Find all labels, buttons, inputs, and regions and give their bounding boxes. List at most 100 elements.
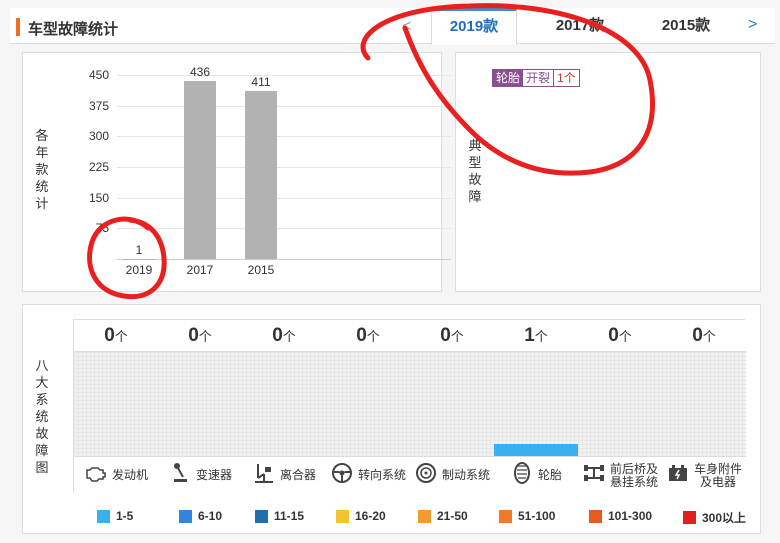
legend-item: 21-50 xyxy=(418,509,468,523)
chart-gridline xyxy=(117,197,451,199)
fault-tag[interactable]: 轮胎 开裂 1个 xyxy=(492,69,580,87)
fault-tag-part: 轮胎 xyxy=(493,70,524,86)
system-bar-area xyxy=(410,352,494,456)
system-bar-area xyxy=(326,352,410,456)
x-tick-label: 2019 xyxy=(125,263,153,277)
legend-swatch xyxy=(418,509,431,523)
legend-swatch xyxy=(179,509,192,523)
side-label-char: 系 xyxy=(35,392,49,407)
system-name: 发动机 xyxy=(74,456,158,494)
legend-label: 101-300 xyxy=(608,509,653,523)
system-count: 0个 xyxy=(578,320,662,352)
clutch-pedal-icon xyxy=(252,461,276,490)
legend-label: 1-5 xyxy=(116,509,134,523)
system-count-number: 0 xyxy=(272,325,283,346)
system-column[interactable]: 0个前后桥及 悬挂系统 xyxy=(578,320,662,494)
fault-tag-count: 1个 xyxy=(554,70,579,86)
typical-faults-panel: 典型故障 轮胎 开裂 1个 xyxy=(455,52,761,292)
title-accent xyxy=(16,18,20,36)
system-name-label: 离合器 xyxy=(279,468,316,482)
system-column[interactable]: 0个发动机 xyxy=(74,320,158,494)
systems-panel: 八大系统故障图 0个 发动机 0个 变速器 0个 离合器 0个 转向系统 0个 制动系统 1个 轮胎 0… xyxy=(22,304,761,534)
y-tick-label: 75 xyxy=(95,221,109,236)
prev-arrow-icon[interactable]: < xyxy=(402,18,411,36)
chart-gridline xyxy=(117,136,451,138)
legend-label: 51-100 xyxy=(518,509,556,523)
system-count-number: 0 xyxy=(440,325,451,346)
next-arrow-icon[interactable]: > xyxy=(748,16,757,34)
legend-swatch xyxy=(97,509,110,523)
system-name-label: 变速器 xyxy=(195,468,232,482)
legend-item: 300以上 xyxy=(683,509,746,526)
side-label-char: 各 xyxy=(35,128,49,143)
system-name-label: 轮胎 xyxy=(537,468,562,482)
system-name-label: 车身附件 及电器 xyxy=(693,461,742,489)
system-name: 前后桥及 悬挂系统 xyxy=(578,456,662,494)
system-name: 车身附件 及电器 xyxy=(662,456,746,494)
system-count: 0个 xyxy=(410,320,494,352)
system-name: 变速器 xyxy=(158,456,242,494)
legend-swatch xyxy=(336,509,349,523)
typical-faults-side-label: 典型故障 xyxy=(468,137,482,205)
side-label-char: 障 xyxy=(35,443,49,458)
system-column[interactable]: 0个 转向系统 xyxy=(326,320,410,494)
legend-label: 21-50 xyxy=(437,509,468,523)
system-count-unit: 个 xyxy=(366,329,380,344)
y-tick-label: 375 xyxy=(88,98,109,113)
system-name-label: 制动系统 xyxy=(441,468,490,482)
brake-disc-icon xyxy=(414,461,438,490)
system-bar-area xyxy=(578,352,662,456)
system-name: 轮胎 xyxy=(494,456,578,494)
system-count-number: 0 xyxy=(104,325,115,346)
system-count: 0个 xyxy=(242,320,326,352)
system-count-unit: 个 xyxy=(618,329,632,344)
side-label-char: 计 xyxy=(35,196,49,211)
side-label-char: 年 xyxy=(35,145,49,160)
x-tick-label: 2017 xyxy=(186,263,214,277)
chart-gridline xyxy=(117,105,451,107)
system-column[interactable]: 1个 轮胎 xyxy=(494,320,578,494)
y-tick-label: 225 xyxy=(88,160,109,174)
system-column[interactable]: 0个离合器 xyxy=(242,320,326,494)
side-label-char: 故 xyxy=(468,172,482,187)
tab-2015[interactable]: 2015款 xyxy=(643,8,729,44)
system-column[interactable]: 0个制动系统 xyxy=(410,320,494,494)
steering-wheel-icon xyxy=(330,461,354,490)
year-chart-panel: 各年款统计 450 375 300 225 150 75 1 2019 436 2017 411 2… xyxy=(22,52,451,292)
system-name: 离合器 xyxy=(242,456,326,494)
side-label-char: 款 xyxy=(35,162,49,177)
system-bar-area xyxy=(494,352,578,456)
system-name-label: 转向系统 xyxy=(357,468,406,482)
systems-grid: 0个 发动机 0个 变速器 0个 离合器 0个 转向系统 0个 制动系统 1个 轮胎 0个 前后桥及 悬挂系… xyxy=(73,319,746,494)
chart-gridline xyxy=(117,75,451,76)
legend-label: 16-20 xyxy=(355,509,386,523)
side-label-char: 统 xyxy=(35,409,49,424)
bar-2015[interactable] xyxy=(245,90,277,259)
side-label-char: 大 xyxy=(35,375,49,390)
tab-2017[interactable]: 2017款 xyxy=(537,8,623,44)
system-count-unit: 个 xyxy=(282,329,296,344)
year-bar-chart: 450 375 300 225 150 75 1 2019 436 2017 411 2015 xyxy=(89,65,453,285)
side-label-char: 障 xyxy=(468,189,482,204)
legend-item: 1-5 xyxy=(97,509,133,523)
system-column[interactable]: 0个 变速器 xyxy=(158,320,242,494)
engine-icon xyxy=(84,461,108,490)
system-count: 0个 xyxy=(662,320,746,352)
system-count-number: 0 xyxy=(608,325,619,346)
system-name: 转向系统 xyxy=(326,456,410,494)
system-column[interactable]: 0个车身附件 及电器 xyxy=(662,320,746,494)
side-label-char: 统 xyxy=(35,179,49,194)
system-count-unit: 个 xyxy=(702,329,716,344)
system-count-unit: 个 xyxy=(450,329,464,344)
system-bar-area xyxy=(242,352,326,456)
page-title: 车型故障统计 xyxy=(28,21,119,38)
system-count-number: 1 xyxy=(524,325,535,346)
severity-legend: 1-5 6-10 11-15 16-20 21-50 51-100 101-300 300以上 xyxy=(97,509,769,529)
system-count-unit: 个 xyxy=(114,329,128,344)
side-label-char: 八 xyxy=(35,358,49,373)
bar-2017[interactable] xyxy=(184,80,216,259)
tab-2019[interactable]: 2019款 xyxy=(431,8,517,45)
legend-swatch xyxy=(589,509,602,523)
system-bar-area xyxy=(662,352,746,456)
y-tick-label: 450 xyxy=(88,68,109,82)
